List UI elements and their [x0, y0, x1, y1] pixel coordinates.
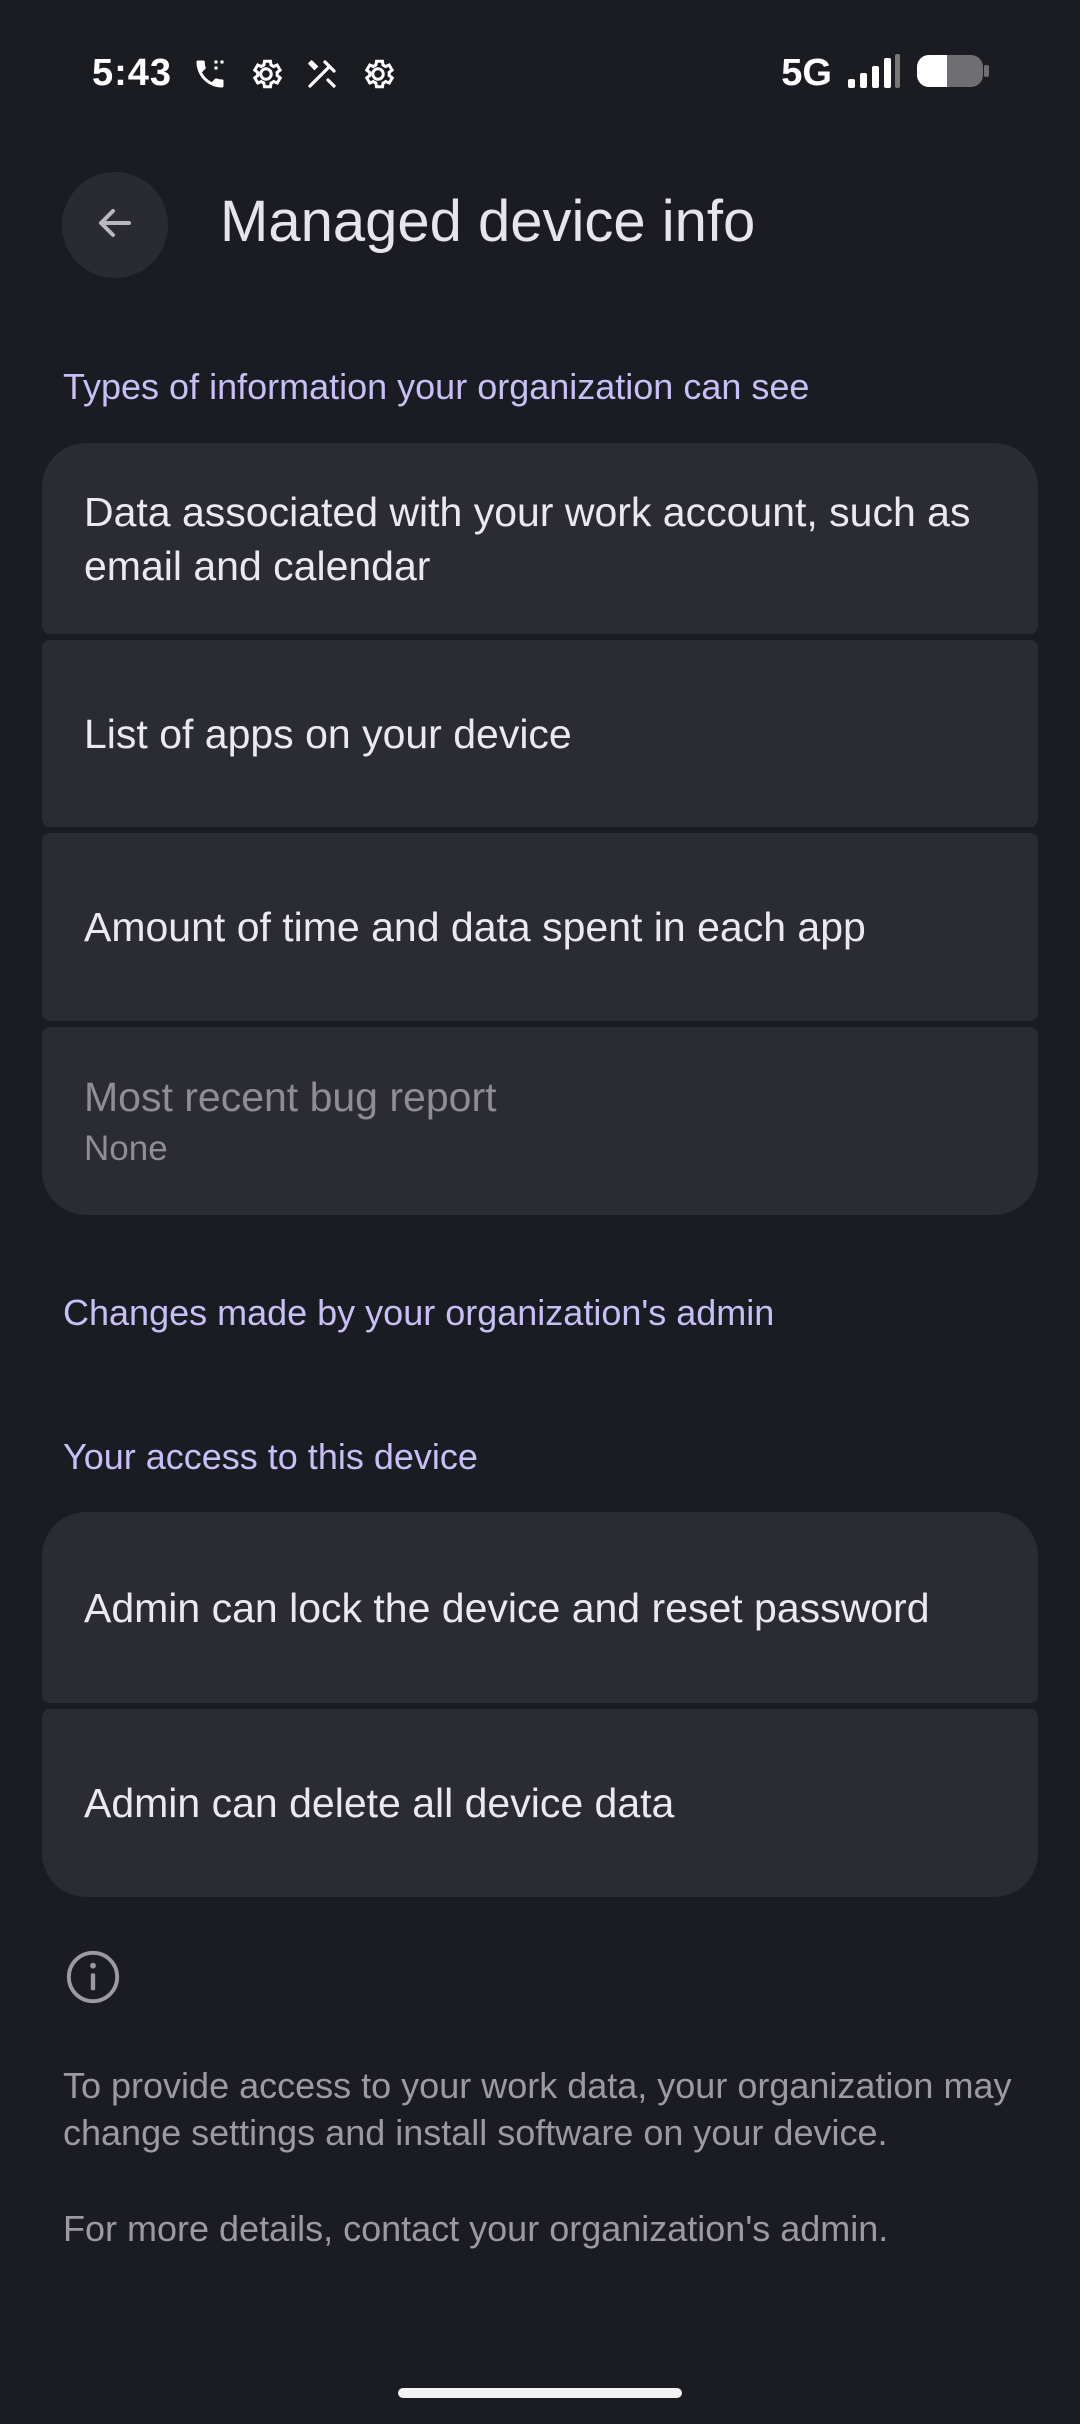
- settings-icon: [248, 56, 284, 92]
- info-types-list: Data associated with your work account, …: [42, 443, 1038, 1215]
- list-item-title: Amount of time and data spent in each ap…: [84, 904, 866, 950]
- battery-icon: [916, 53, 990, 94]
- list-item-bug-report: Most recent bug report None: [42, 1027, 1038, 1215]
- list-item-title: Data associated with your work account, …: [84, 488, 971, 589]
- list-item-title: Admin can delete all device data: [84, 1780, 675, 1826]
- back-button[interactable]: [62, 172, 168, 278]
- footer-description: To provide access to your work data, you…: [63, 2065, 1012, 2153]
- list-item-app-list[interactable]: List of apps on your device: [42, 640, 1038, 827]
- home-indicator[interactable]: [398, 2388, 682, 2398]
- list-item-title: List of apps on your device: [84, 710, 572, 757]
- arrow-back-icon: [91, 199, 139, 252]
- section-header-info-types: Types of information your organization c…: [63, 366, 810, 407]
- status-time: 5:43: [92, 52, 173, 94]
- list-item-lock-device[interactable]: Admin can lock the device and reset pass…: [42, 1512, 1038, 1703]
- tools-icon: [304, 56, 340, 92]
- settings-icon: [360, 56, 396, 92]
- section-header-admin-changes: Changes made by your organization's admi…: [63, 1292, 775, 1333]
- list-item-title: Most recent bug report: [84, 1074, 497, 1120]
- section-header-access: Your access to this device: [63, 1436, 478, 1477]
- network-type-label: 5G: [781, 52, 832, 94]
- status-notification-icons: [192, 56, 396, 92]
- list-item-work-account-data[interactable]: Data associated with your work account, …: [42, 443, 1038, 634]
- status-system-icons: 5G: [781, 52, 990, 95]
- info-icon: [64, 1948, 122, 2011]
- list-item-subtitle: None: [84, 1129, 168, 1168]
- list-item-delete-data[interactable]: Admin can delete all device data: [42, 1709, 1038, 1897]
- list-item-title: Admin can lock the device and reset pass…: [84, 1584, 930, 1631]
- list-item-app-usage[interactable]: Amount of time and data spent in each ap…: [42, 833, 1038, 1021]
- access-list: Admin can lock the device and reset pass…: [42, 1512, 1038, 1897]
- phone-call-icon: [192, 56, 228, 92]
- page-title: Managed device info: [220, 189, 756, 254]
- footer-contact-note: For more details, contact your organizat…: [63, 2208, 889, 2249]
- signal-icon: [846, 53, 902, 94]
- status-bar: 5:43 5G: [0, 0, 1080, 150]
